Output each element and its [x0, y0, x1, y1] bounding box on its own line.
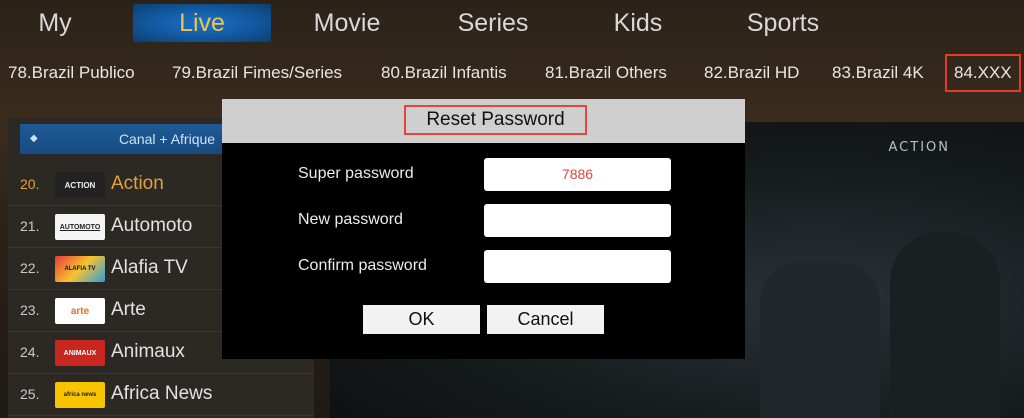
category-item[interactable]: 78.Brazil Publico — [8, 60, 135, 86]
channel-row[interactable]: 25. africa news Africa News — [8, 374, 314, 416]
top-nav: My Live Movie Series Kids Sports — [0, 0, 1024, 48]
tab-live[interactable]: Live — [133, 4, 271, 42]
category-bar: 78.Brazil Publico 79.Brazil Fimes/Series… — [0, 50, 1024, 94]
channel-watermark: ACTION — [888, 140, 950, 155]
dialog-title-bar: Reset Password — [222, 99, 745, 143]
channel-number: 22. — [20, 260, 40, 276]
channel-name: Arte — [111, 299, 146, 320]
confirm-password-label: Confirm password — [298, 257, 427, 274]
category-item[interactable]: 80.Brazil Infantis — [381, 60, 507, 86]
category-item[interactable]: 82.Brazil HD — [704, 60, 799, 86]
channel-logo: africa news — [55, 382, 105, 408]
channel-number: 23. — [20, 302, 40, 318]
tab-series[interactable]: Series — [446, 4, 540, 42]
channel-name: Action — [111, 173, 164, 194]
new-password-field[interactable] — [484, 204, 671, 237]
channel-name: Automoto — [111, 215, 193, 236]
cancel-button[interactable]: Cancel — [487, 305, 604, 334]
channel-number: 24. — [20, 344, 40, 360]
channel-number: 25. — [20, 386, 40, 402]
category-item[interactable]: 79.Brazil Fimes/Series — [172, 60, 342, 86]
preview-figure — [760, 262, 880, 418]
channel-group-label: Canal + Afrique — [118, 131, 216, 147]
tab-sports[interactable]: Sports — [736, 4, 830, 42]
channel-logo: ANIMAUX — [55, 340, 105, 366]
category-item[interactable]: 83.Brazil 4K — [832, 60, 924, 86]
super-password-field[interactable]: 7886 — [484, 158, 671, 191]
reset-password-dialog: Reset Password Super password 7886 New p… — [222, 99, 745, 359]
channel-logo: ALAFIA TV — [55, 256, 105, 282]
tab-movie[interactable]: Movie — [300, 4, 394, 42]
category-item-focused[interactable]: 84.XXX — [945, 54, 1021, 92]
channel-number: 21. — [20, 218, 40, 234]
ok-button[interactable]: OK — [363, 305, 480, 334]
tab-my[interactable]: My — [22, 4, 88, 42]
category-item[interactable]: 81.Brazil Others — [545, 60, 667, 86]
channel-name: Africa News — [111, 383, 213, 404]
channel-logo: arte — [55, 298, 105, 324]
preview-figure — [890, 232, 1000, 418]
left-arrow-icon: ◆ — [30, 133, 38, 144]
channel-logo: AUTOMOTO — [55, 214, 105, 240]
tab-kids[interactable]: Kids — [600, 4, 676, 42]
super-password-label: Super password — [298, 165, 414, 182]
channel-name: Animaux — [111, 341, 185, 362]
dialog-title: Reset Password — [404, 105, 587, 135]
channel-logo: ACTION — [55, 172, 105, 198]
confirm-password-field[interactable] — [484, 250, 671, 283]
new-password-label: New password — [298, 211, 403, 228]
channel-number: 20. — [20, 176, 40, 192]
channel-name: Alafia TV — [111, 257, 188, 278]
